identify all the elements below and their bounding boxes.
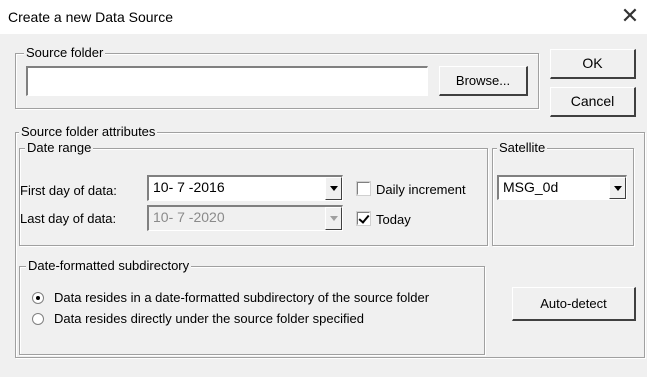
first-day-dropdown[interactable]: 10- 7 -2016 <box>147 175 343 201</box>
subdirectory-option-label[interactable]: Data resides in a date-formatted subdire… <box>54 290 429 305</box>
direct-option-label[interactable]: Data resides directly under the source f… <box>54 311 364 326</box>
source-folder-legend: Source folder <box>24 45 106 61</box>
chevron-down-icon <box>325 207 342 230</box>
date-range-legend: Date range <box>25 140 94 156</box>
source-folder-input[interactable] <box>26 66 428 96</box>
last-day-dropdown: 10- 7 -2020 <box>147 205 343 231</box>
ok-button[interactable]: OK <box>550 49 636 79</box>
browse-button[interactable]: Browse... <box>439 66 528 96</box>
source-folder-attributes-group: Source folder attributes Date range Firs… <box>15 124 645 358</box>
cancel-button[interactable]: Cancel <box>550 87 636 117</box>
satellite-dropdown[interactable]: MSG_0d <box>497 175 627 200</box>
today-label[interactable]: Today <box>376 212 411 227</box>
satellite-value: MSG_0d <box>503 179 559 195</box>
attributes-legend: Source folder attributes <box>19 124 158 140</box>
satellite-legend: Satellite <box>497 140 548 156</box>
date-range-group: Date range First day of data: 10- 7 -201… <box>19 140 488 246</box>
subdirectory-legend: Date-formatted subdirectory <box>26 258 192 274</box>
first-day-label: First day of data: <box>20 183 117 198</box>
last-day-label: Last day of data: <box>20 211 117 226</box>
title-bar: Create a new Data Source ✕ <box>0 0 647 34</box>
daily-increment-checkbox[interactable] <box>356 181 371 196</box>
first-day-value: 10- 7 -2016 <box>153 179 225 195</box>
subdirectory-group: Date-formatted subdirectory Data resides… <box>19 258 485 355</box>
chevron-down-icon[interactable] <box>609 177 626 199</box>
satellite-group: Satellite MSG_0d <box>492 140 634 246</box>
close-icon[interactable]: ✕ <box>617 4 643 30</box>
daily-increment-label[interactable]: Daily increment <box>376 182 466 197</box>
subdirectory-option-radio[interactable] <box>32 292 44 304</box>
today-checkbox[interactable] <box>356 211 371 226</box>
direct-option-radio[interactable] <box>32 313 44 325</box>
auto-detect-button[interactable]: Auto-detect <box>512 287 636 321</box>
dialog-title: Create a new Data Source <box>8 9 173 25</box>
chevron-down-icon[interactable] <box>325 177 342 200</box>
source-folder-group: Source folder Browse... <box>15 45 539 109</box>
last-day-value: 10- 7 -2020 <box>153 209 225 225</box>
